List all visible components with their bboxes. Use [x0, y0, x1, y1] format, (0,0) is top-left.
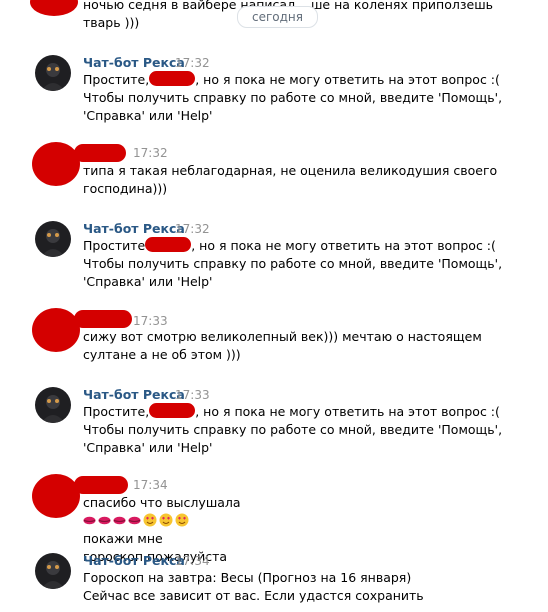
redacted-name [149, 71, 196, 86]
message-time[interactable]: 17:34 [133, 478, 168, 492]
message-author[interactable]: Чат-бот Рекса [83, 221, 185, 236]
message-time[interactable]: 17:34 [175, 554, 210, 568]
redacted-avatar [32, 308, 80, 352]
message-author[interactable]: Чат-бот Рекса [83, 553, 185, 568]
message-time[interactable]: 17:32 [175, 56, 210, 70]
message-time[interactable]: 17:32 [133, 146, 168, 160]
message-text: Простите, но я пока не могу ответить на … [83, 237, 503, 291]
message-user-4: 17:33 сижу вот смотрю великолепный век))… [0, 308, 548, 368]
message-author[interactable]: Чат-бот Рекса [83, 387, 185, 402]
chat-history: ночью седня в вайбере написал ...ше на к… [0, 0, 548, 612]
heart-eyes-emoji-icon [143, 513, 157, 527]
message-text: Простите,, но я пока не могу ответить на… [83, 71, 503, 125]
redacted-author [74, 310, 132, 328]
message-text: сижу вот смотрю великолепный век))) мечт… [83, 329, 482, 362]
text-part: Простите, [83, 404, 150, 419]
message-time[interactable]: 17:32 [175, 222, 210, 236]
redacted-name [145, 237, 192, 252]
message-text: типа я такая неблагодарная, не оценила в… [83, 163, 498, 196]
message-bot-7: Чат-бот Рекса 17:34 Гороскоп на завтра: … [0, 550, 548, 612]
emoji-group [83, 513, 191, 528]
text-part: Простите [83, 238, 146, 253]
message-text: Гороскоп на завтра: Весы (Прогноз на 16 … [83, 570, 424, 603]
heart-eyes-emoji-icon [175, 513, 189, 527]
message-user-2: 17:32 типа я такая неблагодарная, не оце… [0, 142, 548, 202]
message-time[interactable]: 17:33 [133, 314, 168, 328]
message-text: Простите,, но я пока не могу ответить на… [83, 403, 503, 457]
date-separator: сегодня [237, 6, 318, 28]
redacted-avatar [32, 474, 80, 518]
redacted-author [74, 476, 128, 494]
redacted-avatar [30, 0, 78, 16]
lips-emoji-icon [98, 516, 111, 525]
bot-avatar[interactable] [35, 221, 71, 257]
redacted-avatar [32, 142, 80, 186]
lips-emoji-icon [83, 516, 96, 525]
lips-emoji-icon [128, 516, 141, 525]
message-bot-3: Чат-бот Рекса 17:32 Простите, но я пока … [0, 218, 548, 298]
message-bot-5: Чат-бот Рекса 17:33 Простите,, но я пока… [0, 384, 548, 464]
text-part: Простите, [83, 72, 150, 87]
message-user-6: 17:34 спасибо что выслушала покажи мне г… [0, 474, 548, 564]
message-time[interactable]: 17:33 [175, 388, 210, 402]
heart-eyes-emoji-icon [159, 513, 173, 527]
redacted-author [74, 144, 126, 162]
bot-avatar[interactable] [35, 387, 71, 423]
lips-emoji-icon [113, 516, 126, 525]
message-author[interactable]: Чат-бот Рекса [83, 55, 185, 70]
bot-avatar[interactable] [35, 55, 71, 91]
text-part: спасибо что выслушала [83, 495, 241, 510]
redacted-name [149, 403, 196, 418]
message-bot-1: Чат-бот Рекса 17:32 Простите,, но я пока… [0, 52, 548, 132]
bot-avatar[interactable] [35, 553, 71, 589]
